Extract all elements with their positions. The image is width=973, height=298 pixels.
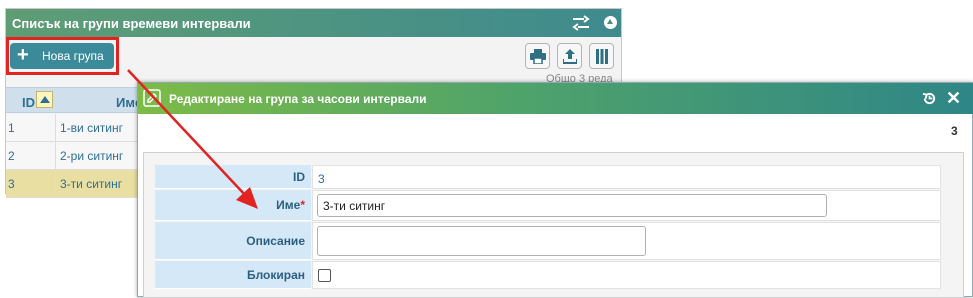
blocked-value-cell — [312, 261, 941, 289]
list-panel-title: Списък на групи времеви интервали — [12, 16, 251, 31]
id-value-cell: 3 — [312, 165, 941, 189]
cell-divider — [55, 114, 56, 142]
row-id: 2 — [8, 149, 15, 163]
row-name: 1-ви ситинг — [60, 121, 123, 135]
description-label-cell: Описание — [155, 222, 311, 260]
sliders-icon[interactable] — [572, 15, 590, 31]
columns-button[interactable] — [589, 43, 614, 69]
columns-icon — [596, 49, 608, 64]
name-label-text: Име — [276, 198, 301, 212]
row-name: 3-ти ситинг — [60, 177, 123, 191]
row-id: 1 — [8, 121, 15, 135]
description-value-cell — [312, 222, 941, 260]
row-name: 2-ри ситинг — [60, 149, 124, 163]
print-button[interactable] — [525, 43, 550, 69]
edit-group-dialog: Редактиране на група за часови интервали… — [137, 82, 973, 298]
edit-form: ID 3 Име* Описание Блокиран — [143, 152, 964, 298]
edit-icon — [143, 89, 161, 107]
dialog-title: Редактиране на група за часови интервали — [169, 92, 427, 106]
blocked-checkbox[interactable] — [318, 269, 331, 282]
name-value-cell — [312, 190, 941, 221]
list-panel-header: Списък на групи времеви интервали — [6, 9, 621, 37]
collapse-up-icon[interactable] — [604, 16, 617, 29]
row-id: 3 — [8, 177, 15, 191]
annotation-highlight-box — [6, 37, 119, 75]
id-value: 3 — [318, 172, 325, 186]
blocked-label-cell: Блокиран — [155, 261, 311, 289]
description-label: Описание — [246, 234, 305, 248]
upload-icon — [563, 49, 577, 64]
id-label: ID — [293, 170, 305, 184]
required-mark: * — [300, 198, 305, 212]
id-label-cell: ID — [155, 165, 311, 189]
dialog-header[interactable]: Редактиране на група за часови интервали… — [138, 83, 973, 114]
name-input[interactable] — [317, 194, 827, 217]
print-icon — [530, 49, 546, 64]
column-header-id[interactable]: ID — [22, 95, 35, 110]
sort-ascending-icon[interactable] — [36, 91, 53, 108]
cell-divider — [55, 142, 56, 170]
name-label-cell: Име* — [155, 190, 311, 221]
description-input[interactable] — [317, 226, 646, 256]
blocked-label: Блокиран — [246, 268, 305, 282]
history-icon[interactable] — [922, 91, 937, 106]
close-icon[interactable]: ✕ — [946, 88, 961, 108]
upload-button[interactable] — [557, 43, 582, 69]
cell-divider — [55, 170, 56, 198]
record-id-badge: 3 — [951, 124, 958, 138]
name-label: Име* — [276, 198, 305, 212]
